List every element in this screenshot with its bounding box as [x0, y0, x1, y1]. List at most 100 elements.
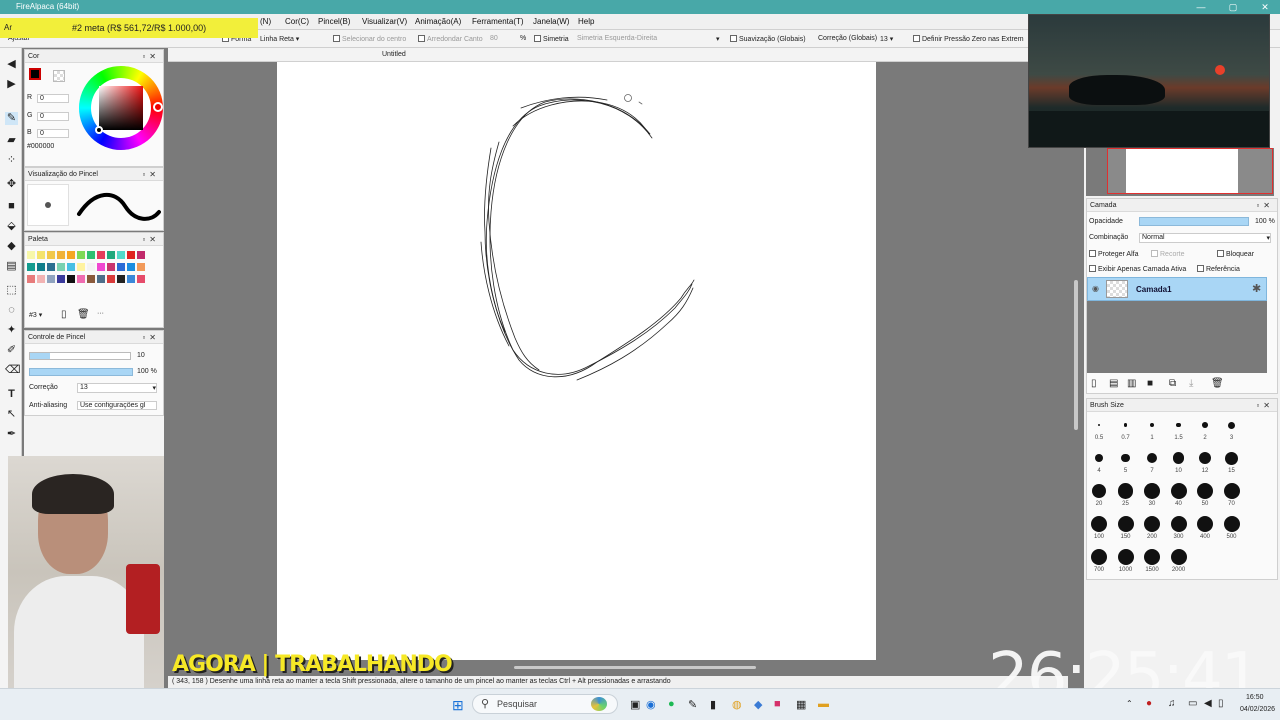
saturation-value-square[interactable] [99, 86, 143, 130]
task-view-icon[interactable]: ▣ [630, 698, 640, 711]
hex-value[interactable]: #000000 [27, 143, 54, 150]
palette-swatch[interactable] [57, 275, 65, 283]
palette-swatch[interactable] [137, 263, 145, 271]
maximize-button[interactable]: ▢ [1218, 0, 1248, 14]
simetria-select[interactable]: Simetria Esquerda-Direita [577, 35, 657, 42]
r-input[interactable]: 0 [37, 94, 69, 103]
palette-swatch[interactable] [117, 251, 125, 259]
app-icon-3[interactable]: ▦ [796, 698, 806, 711]
palette-swatch[interactable] [47, 251, 55, 259]
brush-size-swatch[interactable] [1147, 453, 1157, 463]
arredondar-value[interactable]: 80 [490, 35, 498, 42]
layer-name[interactable]: Camada1 [1136, 285, 1172, 294]
palette-swatch[interactable] [37, 275, 45, 283]
layer-opacity-value[interactable]: 100 % [1255, 218, 1275, 225]
brush-tool-icon[interactable]: ✎ [5, 112, 18, 125]
bucket-tool-icon[interactable]: ⬙ [5, 220, 18, 233]
palette-swatch[interactable] [127, 251, 135, 259]
brush-size-swatch[interactable] [1223, 483, 1240, 499]
palette-swatch[interactable] [97, 251, 105, 259]
start-icon[interactable]: ⊞ [452, 697, 464, 714]
new-8bit-layer-icon[interactable]: ▤ [1109, 378, 1118, 389]
brush-size-swatch[interactable] [1150, 423, 1154, 427]
operation-tool-icon[interactable]: ↖ [5, 408, 18, 421]
palette-swatch[interactable] [67, 275, 75, 283]
layer-visibility-icon[interactable]: ◉ [1092, 284, 1099, 293]
suavizacao-checkbox[interactable]: Suavização (Globais) [730, 35, 806, 43]
brush-size-swatch[interactable] [1091, 516, 1107, 532]
simetria-checkbox[interactable]: Simetria [534, 35, 569, 43]
palette-swatch[interactable] [57, 263, 65, 271]
brush-size-swatch[interactable] [1176, 422, 1181, 428]
brush-opacity-slider[interactable] [29, 368, 133, 376]
app-icon-1[interactable]: ◆ [754, 698, 762, 711]
brush-size-swatch[interactable] [1144, 516, 1160, 532]
brush-size-swatch[interactable] [1198, 451, 1212, 465]
microphone-icon[interactable]: ♫ [1168, 698, 1176, 709]
palette-swatch[interactable] [27, 263, 35, 271]
palette-swatch[interactable] [77, 263, 85, 271]
definir-pressao-checkbox[interactable]: Definir Pressão Zero nas Extrem [913, 35, 1024, 43]
layer-row-camada1[interactable]: ◉ Camada1 ✱ [1087, 277, 1267, 301]
palette-swatch[interactable] [27, 251, 35, 259]
network-icon[interactable]: ▭ [1188, 698, 1197, 709]
taskbar-search[interactable]: ⚲ Pesquisar [472, 694, 618, 714]
select-tool-icon[interactable]: ⬚ [5, 284, 18, 297]
gradient-tool-icon[interactable]: ▤ [5, 260, 18, 273]
brush-size-swatch[interactable] [1123, 423, 1128, 427]
move-tool-icon[interactable]: ✥ [5, 178, 18, 191]
blend-mode-select[interactable]: Normal ▾ [1139, 233, 1271, 243]
palette-swatch[interactable] [27, 275, 35, 283]
menu-item-cor[interactable]: Cor(C) [285, 17, 309, 26]
delete-palette-icon[interactable]: 🗑 [77, 309, 90, 320]
delete-layer-icon[interactable]: 🗑 [1211, 378, 1224, 389]
palette-swatch[interactable] [77, 275, 85, 283]
brush-size-swatch[interactable] [1225, 451, 1238, 465]
chrome-icon[interactable]: ◍ [732, 698, 742, 711]
text-tool-icon[interactable]: T [5, 388, 18, 401]
clock-date[interactable]: 04/02/2026 [1240, 706, 1275, 713]
brush-size-swatch[interactable] [1091, 483, 1107, 499]
navigator-viewport[interactable] [1107, 148, 1273, 194]
palette-swatch[interactable] [87, 251, 95, 259]
palette-swatch[interactable] [107, 263, 115, 271]
magic-wand-tool-icon[interactable]: ✦ [5, 324, 18, 337]
correcao-select[interactable]: 13 ▾ [77, 383, 157, 393]
brush-size-swatch[interactable] [1170, 483, 1187, 499]
brush-size-swatch[interactable] [1121, 453, 1130, 463]
document-tab[interactable]: Untitled [382, 51, 406, 58]
palette-swatch[interactable] [117, 275, 125, 283]
minimize-button[interactable]: — [1186, 0, 1216, 14]
dot-tool-icon[interactable]: ⁘ [5, 154, 18, 167]
proteger-alfa-checkbox[interactable]: Proteger Alfa [1089, 250, 1138, 258]
right-scrollbar[interactable] [1074, 280, 1078, 430]
exibir-apenas-checkbox[interactable]: Exibir Apenas Camada Ativa [1089, 265, 1186, 273]
palette-swatch[interactable] [107, 275, 115, 283]
brush-size-swatch[interactable] [1144, 549, 1160, 565]
brush-size-slider[interactable] [29, 352, 131, 360]
brush-size-swatch[interactable] [1202, 422, 1208, 428]
eyedropper-tool-icon[interactable]: ✒ [5, 428, 18, 441]
antialias-select[interactable]: Use configurações gl [77, 401, 157, 410]
brush-size-swatch[interactable] [1197, 483, 1213, 499]
edge-icon[interactable]: ◉ [646, 698, 656, 711]
forma-select[interactable]: Linha Reta ▾ [260, 35, 299, 43]
firealpaca-icon[interactable]: ▮ [710, 698, 716, 711]
merge-down-icon[interactable]: ⤓ [1189, 378, 1193, 389]
b-input[interactable]: 0 [37, 129, 69, 138]
menu-item-ferramenta[interactable]: Ferramenta(T) [472, 17, 524, 26]
palette-swatch[interactable] [87, 263, 95, 271]
more-icon[interactable]: ··· [97, 310, 104, 317]
palette-swatch[interactable] [137, 275, 145, 283]
palette-swatch[interactable] [37, 251, 45, 259]
palette-index-select[interactable]: #3 ▾ [29, 311, 42, 319]
palette-swatch[interactable] [67, 251, 75, 259]
clock-time[interactable]: 16:50 [1246, 694, 1264, 701]
palette-swatch[interactable] [47, 263, 55, 271]
palette-swatch[interactable] [67, 263, 75, 271]
horizontal-scrollbar[interactable] [514, 666, 756, 669]
palette-swatch[interactable] [127, 263, 135, 271]
brush-size-swatch[interactable] [1170, 516, 1187, 532]
spotify-icon[interactable]: ● [668, 698, 675, 710]
brush-opacity-value[interactable]: 100 % [137, 368, 157, 375]
